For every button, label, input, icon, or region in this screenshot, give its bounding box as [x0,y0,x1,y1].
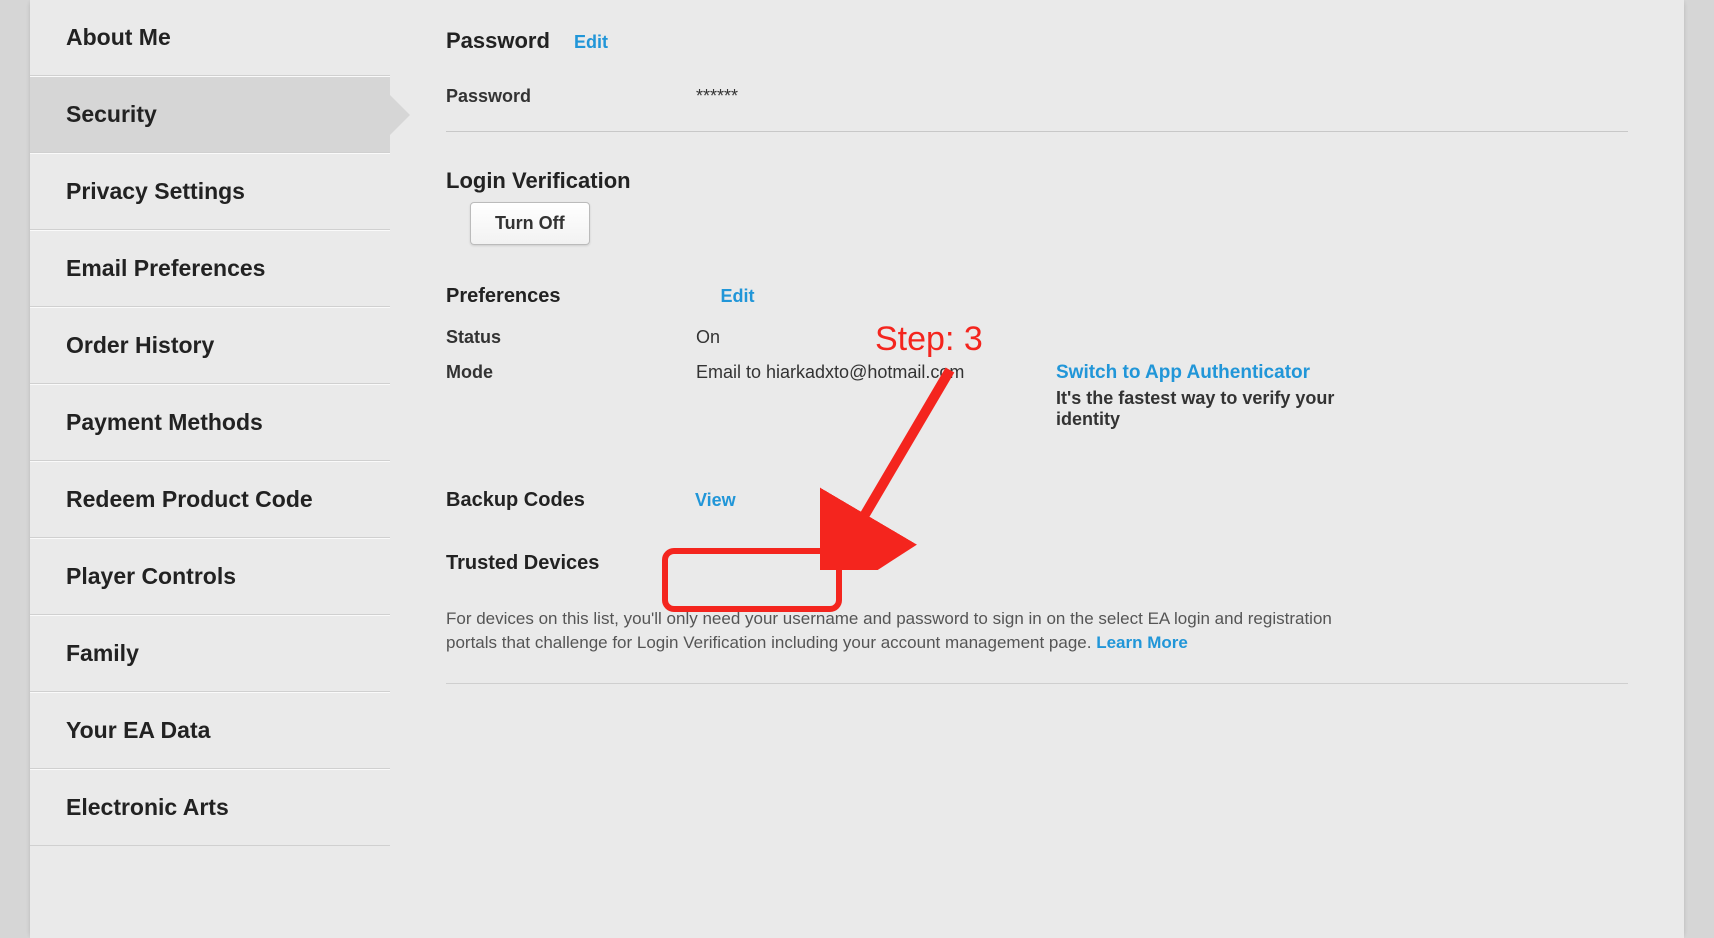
learn-more-link[interactable]: Learn More [1096,633,1188,652]
sidebar-item-player-controls[interactable]: Player Controls [30,538,390,615]
login-verification-title: Login Verification [446,168,1628,194]
switch-authenticator-desc: It's the fastest way to verify your iden… [1056,388,1376,430]
settings-sidebar: About Me Security Privacy Settings Email… [30,0,390,938]
security-content: Password Edit Password ****** Login Veri… [390,0,1684,938]
trusted-devices-title: Trusted Devices [446,552,1628,575]
sidebar-item-about-me[interactable]: About Me [30,0,390,76]
switch-authenticator-link[interactable]: Switch to App Authenticator [1056,362,1376,384]
sidebar-item-security[interactable]: Security [30,76,390,153]
preferences-title: Preferences [446,285,561,308]
sidebar-item-label: Player Controls [66,563,236,589]
sidebar-item-redeem-product-code[interactable]: Redeem Product Code [30,461,390,538]
status-label: Status [446,327,696,348]
divider [446,131,1628,132]
sidebar-item-payment-methods[interactable]: Payment Methods [30,384,390,461]
password-section-header: Password Edit [446,28,1628,54]
switch-authenticator-box: Switch to App Authenticator It's the fas… [1056,362,1376,430]
sidebar-item-label: Email Preferences [66,255,265,281]
status-row: Status On [446,320,1628,355]
mode-row: Mode Email to hiarkadxto@hotmail.com Swi… [446,355,1628,437]
trusted-devices-section: Trusted Devices For devices on this list… [446,552,1628,684]
trusted-devices-desc: For devices on this list, you'll only ne… [446,607,1366,655]
status-value: On [696,327,1056,348]
password-edit-link[interactable]: Edit [574,32,608,53]
password-field-value: ****** [696,86,738,107]
sidebar-item-label: Electronic Arts [66,794,229,820]
sidebar-item-your-ea-data[interactable]: Your EA Data [30,692,390,769]
sidebar-item-label: Redeem Product Code [66,486,313,512]
sidebar-item-label: Privacy Settings [66,178,245,204]
sidebar-item-label: Order History [66,332,214,358]
turn-off-button[interactable]: Turn Off [470,202,590,245]
backup-codes-row: Backup Codes View [446,489,1628,512]
backup-codes-view-link[interactable]: View [695,490,736,511]
password-field-row: Password ****** [446,78,1628,115]
sidebar-item-label: Payment Methods [66,409,263,435]
password-field-label: Password [446,86,696,107]
preferences-edit-link[interactable]: Edit [721,286,755,307]
sidebar-item-label: About Me [66,24,171,50]
backup-codes-title: Backup Codes [446,489,585,512]
sidebar-item-label: Family [66,640,139,666]
divider [446,683,1628,684]
sidebar-item-label: Security [66,101,157,127]
mode-value: Email to hiarkadxto@hotmail.com [696,362,1056,383]
sidebar-item-family[interactable]: Family [30,615,390,692]
password-title: Password [446,28,550,54]
sidebar-item-privacy-settings[interactable]: Privacy Settings [30,153,390,230]
sidebar-item-order-history[interactable]: Order History [30,307,390,384]
preferences-header: Preferences Edit [446,285,1628,308]
mode-label: Mode [446,362,696,383]
sidebar-item-email-preferences[interactable]: Email Preferences [30,230,390,307]
settings-page: About Me Security Privacy Settings Email… [30,0,1684,938]
sidebar-item-electronic-arts[interactable]: Electronic Arts [30,769,390,846]
sidebar-item-label: Your EA Data [66,717,210,743]
trusted-devices-desc-text: For devices on this list, you'll only ne… [446,609,1332,652]
